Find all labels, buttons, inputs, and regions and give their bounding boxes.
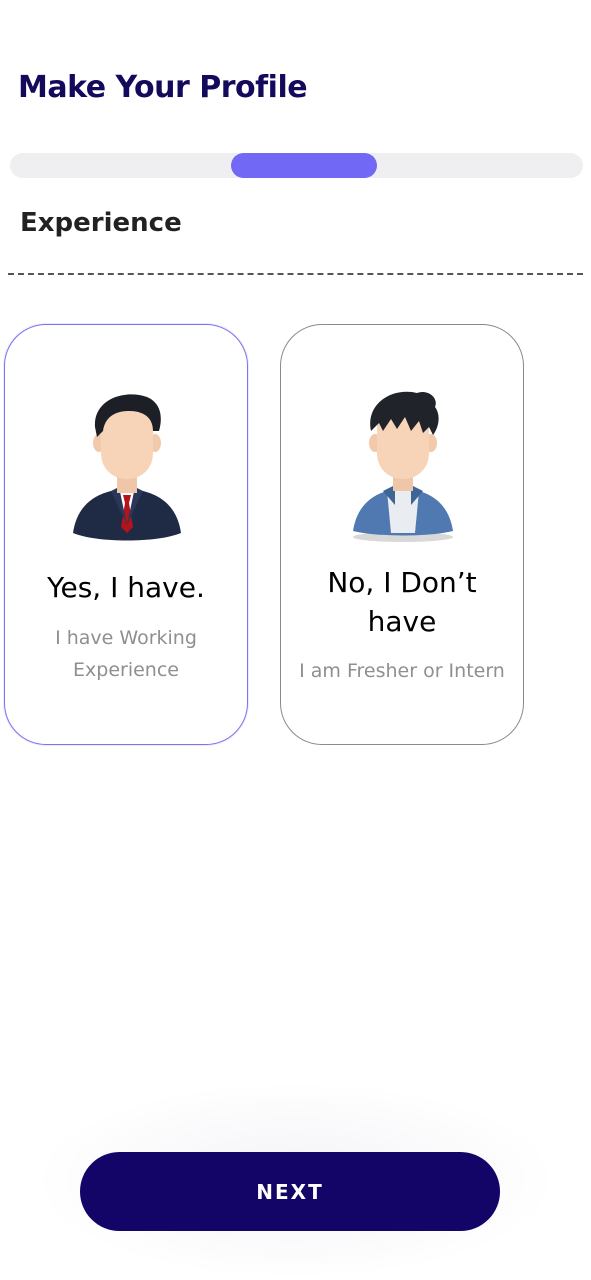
- young-man-casual-avatar-icon: [353, 391, 453, 542]
- dashed-divider: [8, 273, 583, 275]
- progress-bar-fill: [230, 153, 377, 178]
- page-title: Make Your Profile: [18, 70, 308, 105]
- option-card-has-experience[interactable]: Yes, I have. I have Working Experience: [4, 324, 248, 745]
- section-label: Experience: [20, 208, 182, 238]
- option-title: Yes, I have.: [47, 571, 205, 604]
- option-subtitle: I am Fresher or Intern: [299, 660, 505, 682]
- option-subtitle-line1: I have Working: [55, 627, 197, 649]
- option-subtitle-line2: Experience: [73, 659, 179, 681]
- next-button[interactable]: NEXT: [80, 1152, 500, 1231]
- professional-man-suit-avatar-icon: [73, 394, 181, 541]
- option-title-line2: have: [367, 605, 437, 638]
- progress-bar: [10, 153, 583, 178]
- option-title-line1: No, I Don’t: [327, 566, 477, 599]
- option-card-no-experience[interactable]: No, I Don’t have I am Fresher or Intern: [280, 324, 524, 745]
